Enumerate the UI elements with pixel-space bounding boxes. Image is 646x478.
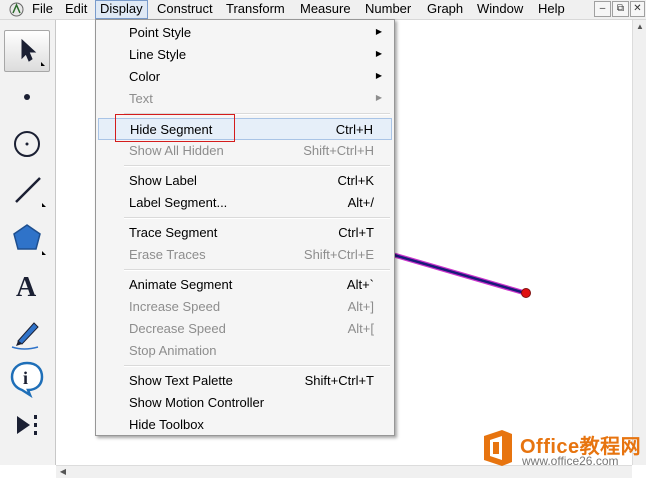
menu-item-trace-segment[interactable]: Trace Segment Ctrl+T [98,222,392,244]
submenu-arrow-icon: ▶ [375,71,382,80]
menu-item-label: Erase Traces [129,247,206,262]
toolbox: A i [0,20,56,465]
menu-item-shortcut: Shift+Ctrl+E [303,247,374,262]
information-tool[interactable]: i [4,357,50,399]
menu-separator [124,269,390,271]
menu-item-shortcut: Alt+] [347,299,374,314]
menu-file[interactable]: File [28,0,57,19]
menu-help[interactable]: Help [534,0,569,19]
point-icon [24,94,30,100]
menu-item-label: Show Text Palette [129,373,233,388]
menu-item-shortcut: Alt+[ [347,321,374,336]
menu-item-color[interactable]: Color ▶ [98,66,392,88]
menu-item-label: Animate Segment [129,277,233,292]
menu-item-label: Increase Speed [129,299,221,314]
close-button[interactable]: ✕ [630,1,645,17]
polygon-icon [13,224,46,255]
menu-item-stop-animation: Stop Animation [98,340,392,362]
menu-item-shortcut: Alt+` [346,277,374,292]
display-menu-dropdown: Point Style ▶ Line Style ▶ Color ▶ Text … [95,19,395,436]
text-tool[interactable]: A [4,265,50,307]
menu-item-label: Text [129,91,153,106]
marker-tool[interactable] [4,311,50,353]
minimize-button[interactable]: – [594,1,611,17]
scroll-left-icon[interactable]: ◀ [56,467,70,476]
text-tool-glyph: A [16,272,37,303]
watermark-url: www.office26.com [522,454,619,468]
text-a-icon: A [16,272,37,303]
info-glyph: i [23,368,28,388]
menu-item-decrease-speed: Decrease Speed Alt+[ [98,318,392,340]
menu-window[interactable]: Window [473,0,527,19]
compass-circle-icon [14,131,40,157]
menu-measure[interactable]: Measure [296,0,355,19]
highlight-annotation-box [115,114,235,142]
menu-display[interactable]: Display [95,0,148,19]
menu-item-label: Show Label [129,173,197,188]
menu-item-show-all-hidden: Show All Hidden Shift+Ctrl+H [98,140,392,162]
restore-button[interactable]: ⧉ [612,1,629,17]
vertical-scrollbar[interactable]: ▲ [632,20,646,465]
menu-item-label: Show Motion Controller [129,395,265,410]
menu-item-line-style[interactable]: Line Style ▶ [98,44,392,66]
menu-construct[interactable]: Construct [153,0,217,19]
marker-pen-icon [11,322,39,350]
custom-tool[interactable] [4,405,50,447]
menu-item-hide-toolbox[interactable]: Hide Toolbox [98,414,392,436]
menu-graph[interactable]: Graph [423,0,467,19]
menu-item-increase-speed: Increase Speed Alt+] [98,296,392,318]
arrow-cursor-icon [21,38,45,66]
menu-separator [124,365,390,367]
menu-edit[interactable]: Edit [61,0,91,19]
information-icon: i [10,361,44,399]
menu-item-label: Label Segment... [129,195,228,210]
menu-item-show-text-palette[interactable]: Show Text Palette Shift+Ctrl+T [98,370,392,392]
menu-item-text: Text ▶ [98,88,392,110]
menu-item-label: Decrease Speed [129,321,226,336]
point-tool[interactable] [4,76,50,118]
menu-item-label: Point Style [129,25,192,40]
menu-separator [124,217,390,219]
segment-endpoint[interactable] [521,288,531,298]
scroll-up-icon[interactable]: ▲ [633,22,646,31]
line-segment-icon [15,177,46,207]
app-icon[interactable] [9,2,24,17]
menu-item-shortcut: Ctrl+T [338,225,374,240]
submenu-arrow-icon: ▶ [375,93,382,102]
menu-item-show-label[interactable]: Show Label Ctrl+K [98,170,392,192]
menu-item-shortcut: Ctrl+H [335,122,373,137]
menu-item-point-style[interactable]: Point Style ▶ [98,22,392,44]
menu-item-label: Color [129,69,161,84]
menu-item-erase-traces: Erase Traces Shift+Ctrl+E [98,244,392,266]
line-segment[interactable] [393,253,526,295]
menu-item-shortcut: Ctrl+K [337,173,374,188]
compass-tool[interactable] [4,123,50,165]
menu-bar: File Edit Display Construct Transform Me… [0,0,646,20]
menu-item-label-segment[interactable]: Label Segment... Alt+/ [98,192,392,214]
straightedge-tool[interactable] [4,169,50,211]
menu-item-label: Show All Hidden [129,143,224,158]
menu-item-label: Hide Toolbox [129,417,204,432]
menu-item-label: Line Style [129,47,187,62]
menu-item-label: Stop Animation [129,343,217,358]
submenu-arrow-icon: ▶ [375,49,382,58]
menu-item-shortcut: Shift+Ctrl+T [304,373,374,388]
menu-separator [124,165,390,167]
menu-item-animate-segment[interactable]: Animate Segment Alt+` [98,274,392,296]
submenu-arrow-icon: ▶ [375,27,382,36]
menu-item-label: Trace Segment [129,225,218,240]
menu-item-shortcut: Alt+/ [347,195,374,210]
office-logo-icon [484,430,512,466]
arrow-select-tool[interactable] [4,30,50,72]
menu-transform[interactable]: Transform [222,0,289,19]
polygon-tool[interactable] [4,217,50,259]
custom-tools-play-icon [17,415,37,435]
menu-item-show-motion-controller[interactable]: Show Motion Controller [98,392,392,414]
menu-item-shortcut: Shift+Ctrl+H [303,143,374,158]
menu-number[interactable]: Number [361,0,415,19]
